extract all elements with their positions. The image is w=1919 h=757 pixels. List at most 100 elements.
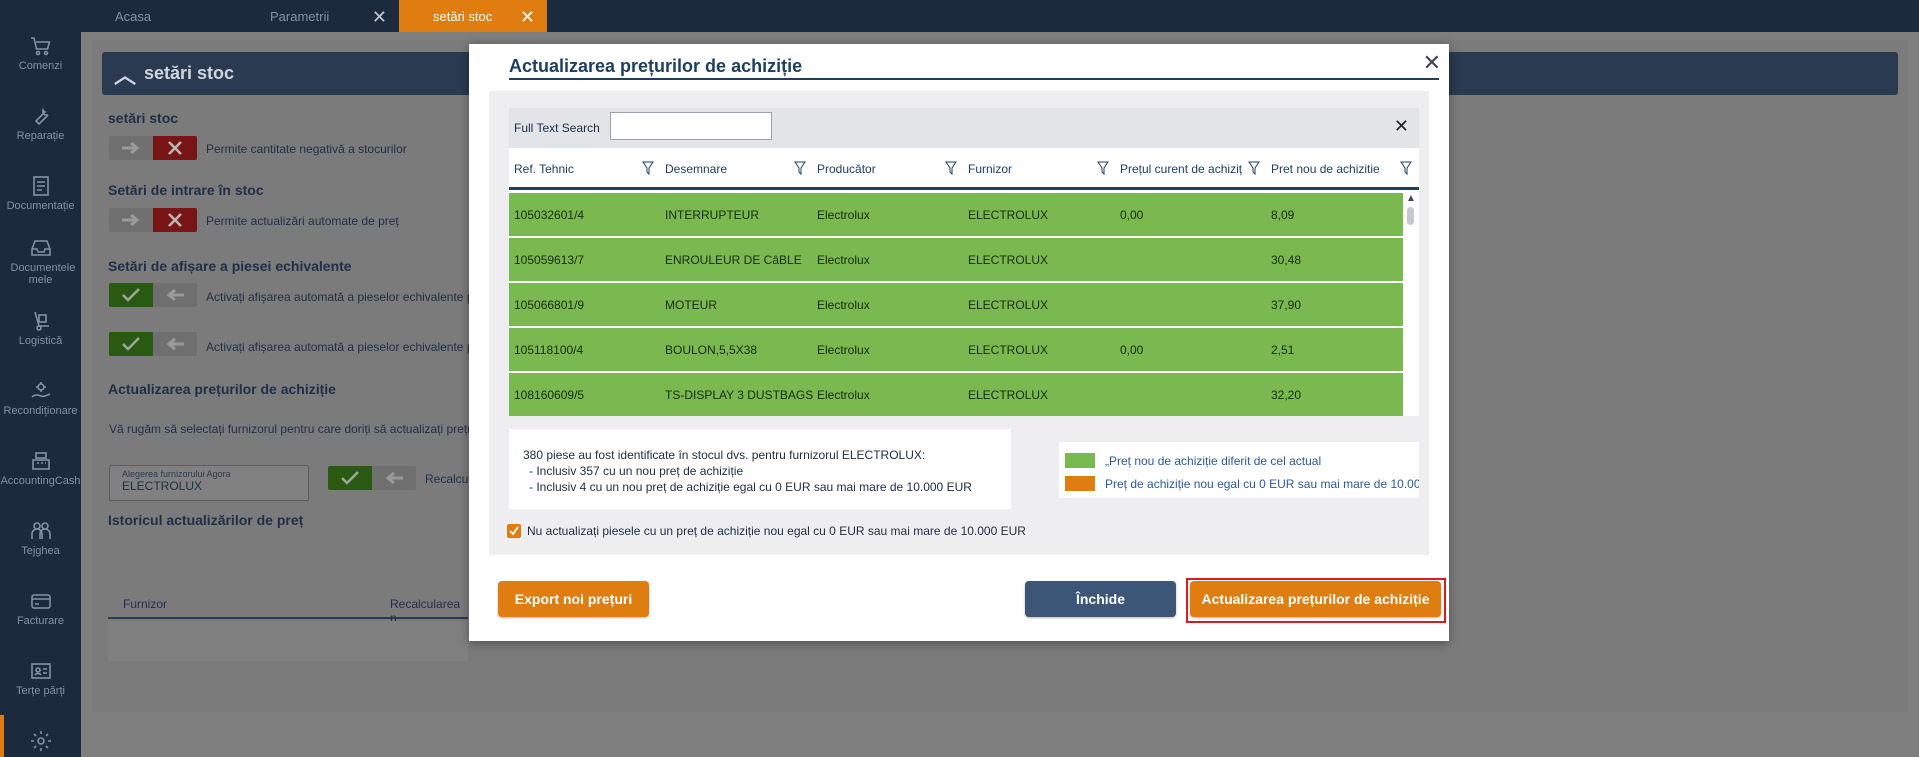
column-header[interactable]: Ref. Tehnic <box>514 162 574 176</box>
section-title: Actualizarea prețurilor de achiziție <box>108 381 336 397</box>
cash-register-icon <box>31 452 50 470</box>
x-icon <box>168 213 182 227</box>
close-icon[interactable]: ✕ <box>520 7 535 28</box>
cell-new-price: 8,09 <box>1271 208 1295 222</box>
tab-acasa[interactable]: Acasa <box>81 0 236 32</box>
sidebar-item-label: AccountingCash <box>0 475 81 487</box>
auto-price-toggle[interactable] <box>109 208 197 232</box>
chevron-up-icon[interactable]: ︿ <box>114 58 136 90</box>
settings-gear-icon <box>30 731 51 751</box>
sidebar-item-reconditionare[interactable]: Recondiționare <box>0 375 81 445</box>
filter-icon[interactable] <box>794 161 806 175</box>
cell-name: INTERRUPTEUR <box>665 208 760 222</box>
skip-invalid-checkbox[interactable] <box>507 524 521 538</box>
column-header[interactable]: Furnizor <box>968 162 1012 176</box>
legend-swatch <box>1065 476 1095 491</box>
cell-maker: Electrolux <box>817 388 870 402</box>
sidebar-item-label: Terțe părți <box>16 685 65 697</box>
people-icon <box>30 522 51 539</box>
skip-invalid-checkbox-row[interactable]: Nu actualizați piesele cu un preț de ach… <box>507 524 1026 538</box>
filter-icon[interactable] <box>1400 161 1412 175</box>
column-header[interactable]: Pret nou de achizitie <box>1271 162 1380 176</box>
section-title: setări stoc <box>108 110 179 126</box>
tab-bar: Acasa Parametrii ✕ setări stoc ✕ <box>81 0 1919 32</box>
document-icon <box>32 176 49 196</box>
table-row[interactable]: 105059613/7 ENROULEUR DE CâBLE Electrolu… <box>509 238 1403 282</box>
cell-new-price: 30,48 <box>1271 253 1302 267</box>
close-icon[interactable]: ✕ <box>372 7 387 28</box>
column-header[interactable]: Desemnare <box>665 162 727 176</box>
id-card-icon <box>30 663 51 679</box>
cell-supplier: ELECTROLUX <box>968 253 1049 267</box>
column-header[interactable]: Producător <box>817 162 876 176</box>
section-title: Setări de afișare a piesei echivalente <box>108 258 352 274</box>
check-icon <box>122 337 140 351</box>
sidebar-item-comenzi[interactable]: Comenzi <box>0 30 81 100</box>
equiv-toggle-1[interactable] <box>109 283 197 307</box>
filter-icon[interactable] <box>1097 161 1109 175</box>
check-icon <box>341 471 359 485</box>
legend-label: Preț de achiziție nou egal cu 0 EUR sau … <box>1105 476 1419 491</box>
cell-maker: Electrolux <box>817 343 870 357</box>
arrow-right-icon <box>122 141 140 155</box>
export-prices-button[interactable]: Export noi prețuri <box>498 581 649 617</box>
sidebar-item-tejghea[interactable]: Tejghea <box>0 515 81 585</box>
section-title: Istoricul actualizărilor de preț <box>108 512 304 528</box>
grid-scrollbar[interactable]: ▲ <box>1403 193 1419 416</box>
sidebar-item-terte-parti[interactable]: Terțe părți <box>0 655 81 725</box>
sidebar-item-reparatie[interactable]: Reparație <box>0 100 81 170</box>
filter-icon[interactable] <box>945 161 957 175</box>
sidebar-item-accountingcash[interactable]: AccountingCash <box>0 445 81 515</box>
sidebar-item-facturare[interactable]: Facturare <box>0 585 81 655</box>
table-row[interactable]: 105066801/9 MOTEUR Electrolux ELECTROLUX… <box>509 283 1403 327</box>
supplier-select[interactable]: Alegerea furnizorului Agora ELECTROLUX <box>109 465 309 501</box>
negative-qty-toggle[interactable] <box>109 136 197 160</box>
close-button[interactable]: Închide <box>1025 581 1176 617</box>
tab-parametrii[interactable]: Parametrii ✕ <box>236 0 399 32</box>
dialog-body: Full Text Search ✕ Ref. Tehnic Desemnare… <box>489 91 1429 555</box>
purchase-desc: Vă rugăm să selectați furnizorul pentru … <box>109 422 474 436</box>
table-row[interactable]: 105032601/4 INTERRUPTEUR Electrolux ELEC… <box>509 193 1403 237</box>
filter-icon[interactable] <box>642 161 654 175</box>
sidebar-item-label: Comenzi <box>18 60 63 72</box>
cell-new-price: 2,51 <box>1271 343 1295 357</box>
sidebar-item-label: Documentație <box>6 200 75 212</box>
column-header[interactable]: Prețul curent de achiziție <box>1120 162 1242 176</box>
history-table-row <box>108 621 468 661</box>
table-row[interactable]: 105118100/4 BOULON,5,5X38 Electrolux ELE… <box>509 328 1403 372</box>
chevron-up-icon[interactable]: ▲ <box>1406 193 1416 204</box>
cart-icon <box>30 37 51 56</box>
table-row[interactable]: 108160609/5 TS-DISPLAY 3 DUSTBAGS Electr… <box>509 373 1403 416</box>
page-title: setări stoc <box>144 63 235 83</box>
search-bar: Full Text Search ✕ <box>509 108 1419 148</box>
gear-hand-icon <box>30 382 50 398</box>
clear-icon[interactable]: ✕ <box>1394 116 1409 137</box>
cell-new-price: 37,90 <box>1271 298 1302 312</box>
card-icon <box>30 594 51 609</box>
search-label: Full Text Search <box>514 121 600 135</box>
sidebar-item-settings[interactable] <box>0 725 81 757</box>
cell-supplier: ELECTROLUX <box>968 298 1049 312</box>
cell-name: BOULON,5,5X38 <box>665 343 758 357</box>
search-input[interactable] <box>610 112 772 140</box>
equiv-label-1: Activați afișarea automată a pieselor ec… <box>206 290 474 304</box>
checkbox-label: Nu actualizați piesele cu un preț de ach… <box>527 524 1026 538</box>
inbox-icon <box>30 240 51 256</box>
sidebar-item-documentele-mele[interactable]: Documentele mele <box>0 232 81 302</box>
equiv-toggle-2[interactable] <box>109 332 197 356</box>
recalc-toggle[interactable] <box>328 466 416 490</box>
scroll-thumb[interactable] <box>1407 207 1414 225</box>
cell-supplier: ELECTROLUX <box>968 208 1049 222</box>
arrow-right-icon <box>122 213 140 227</box>
cell-ref: 108160609/5 <box>514 388 585 402</box>
tab-setari-stoc[interactable]: setări stoc ✕ <box>399 0 547 32</box>
sidebar-item-documentatie[interactable]: Documentație <box>0 170 81 240</box>
cell-name: TS-DISPLAY 3 DUSTBAGS <box>665 388 814 402</box>
tab-label: Parametrii <box>270 8 330 24</box>
column-header: Furnizor <box>123 597 168 611</box>
recalc-label: Recalcul <box>425 472 472 486</box>
filter-icon[interactable] <box>1248 161 1260 175</box>
sidebar-item-logistica[interactable]: Logistică <box>0 305 81 375</box>
auto-price-label: Permite actualizări automate de preț <box>206 214 399 228</box>
close-icon[interactable]: ✕ <box>1423 50 1441 76</box>
